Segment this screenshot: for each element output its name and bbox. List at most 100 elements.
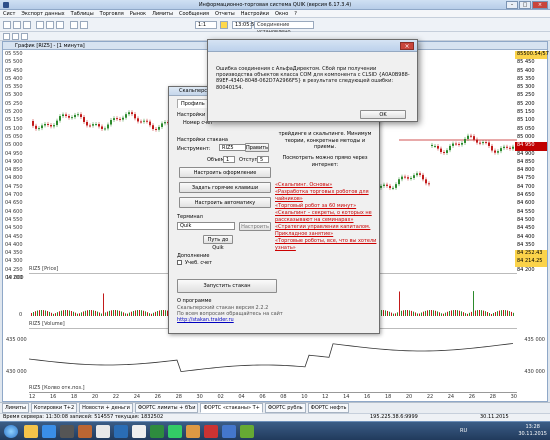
skype-icon[interactable] [222,425,236,438]
excel-icon[interactable] [240,425,254,438]
training-account-checkbox[interactable] [177,260,182,265]
app-icon[interactable] [96,425,110,438]
menu-item-6[interactable]: Сообщения [179,11,209,17]
clock[interactable]: 13:28 30.11.2015 [518,424,547,438]
error-close-button[interactable]: × [400,42,414,50]
candle-body [137,118,139,122]
menu-item-2[interactable]: Таблицы [71,11,94,17]
tab-5[interactable]: ФОРТС рубль [264,403,306,413]
print-icon[interactable] [70,21,78,29]
open-interest-line [28,343,514,373]
quik-icon[interactable] [186,425,200,438]
explorer-icon[interactable] [24,425,38,438]
tab-2[interactable]: Новости + деньги [79,403,133,413]
mail-icon[interactable] [78,425,92,438]
table-icon[interactable] [46,21,54,29]
automation-button[interactable]: Настроить автоматику [179,197,271,208]
language-indicator[interactable]: RU [460,428,467,434]
terminal-select[interactable]: Quik [177,222,235,230]
menu-item-4[interactable]: Рынок [130,11,146,17]
tab-6[interactable]: ФОРТС нефть [307,403,350,413]
crosshair-icon[interactable] [21,33,28,40]
terminal-icon[interactable] [150,425,164,438]
chat-icon[interactable] [168,425,182,438]
candle-body [158,126,160,130]
open-interest-pane[interactable] [28,328,517,390]
course-links: «Скальпинг. Основы» «Разработка торговых … [275,182,377,252]
about-label: О программе [177,298,212,304]
offset-input[interactable]: 5 [257,156,269,163]
volume-bar [45,310,46,316]
start-button-icon[interactable] [4,425,18,438]
candle-body [149,121,151,126]
course-link[interactable]: «Торговый робот за 60 минут» [275,203,356,209]
volume-input[interactable]: 1 [223,156,235,163]
zoom-in-icon[interactable] [3,33,10,40]
right-price-label: 84 400 [517,233,535,240]
close-button[interactable]: × [532,1,548,9]
order-icon[interactable] [56,21,64,29]
volume-bar [79,313,80,316]
menu-item-8[interactable]: Настройки [241,11,269,17]
volume-bar [41,310,42,316]
word-icon[interactable] [114,425,128,438]
volume-bar [141,310,142,316]
candle-body [419,173,421,175]
tab-4[interactable]: ФОРТС «стаканы» T+ [200,403,263,413]
menu-item-0[interactable]: Сист [3,11,15,17]
menu-item-1[interactable]: Экспорт данных [21,11,64,17]
open-icon[interactable] [13,21,21,29]
chart-icon[interactable] [36,21,44,29]
candle-body [479,142,481,144]
volume-bar [63,310,64,316]
app-title: Информационно-торговая система QUIK (вер… [198,2,352,8]
tab-0[interactable]: Лимиты [2,403,29,413]
course-link[interactable]: «Стратегии управления капиталом. Приклад… [275,224,370,237]
lock-icon[interactable] [220,21,228,29]
music-icon[interactable] [204,425,218,438]
tab-3[interactable]: ФОРТС лимиты + бЪи [134,403,199,413]
tab-profile[interactable]: Профиль [177,99,209,108]
maximize-button[interactable]: □ [519,1,531,9]
menu-item-10[interactable]: ? [294,11,297,17]
tab-1[interactable]: Котировки T+2 [30,403,78,413]
right-price-label: 84 600 [517,200,535,207]
volume-bar [473,291,474,316]
menu-item-9[interactable]: Окно [275,11,288,17]
oi-pane-label: RIZ5 [Колво отк.поз.] [29,385,85,391]
minimize-button[interactable]: – [506,1,518,9]
media-icon[interactable] [60,425,74,438]
save-icon[interactable] [23,21,31,29]
course-link[interactable]: «Торговые роботы, все, что вы хотели узн… [275,238,376,251]
menu-item-7[interactable]: Отчеты [215,11,235,17]
start-stakan-button[interactable]: Запустить стакан [177,279,277,293]
error-ok-button[interactable]: OK [360,110,406,119]
video-text: Посмотреть можно прямо через интернет: [282,155,368,168]
price-tick: 04 900 [5,158,23,165]
browser-icon[interactable] [42,425,56,438]
right-price-label: 85 100 [517,117,535,124]
menu-item-3[interactable]: Торговля [100,11,124,17]
course-link[interactable]: «Скальпинг – секреты, о которых не расск… [275,210,372,223]
candle-body [152,125,154,130]
new-icon[interactable] [3,21,11,29]
volume-bar [497,311,498,316]
candle-body [164,122,166,124]
candle-body [110,120,112,125]
course-link[interactable]: «Разработка торговых роботов для чайнико… [275,189,369,202]
volume-bar [383,310,384,316]
course-link[interactable]: «Скальпинг. Основы» [275,182,332,188]
filter-icon[interactable] [80,21,88,29]
candle-body [65,114,67,116]
hotkeys-button[interactable]: Задать горячие клавиши [179,182,271,193]
opera-icon[interactable] [132,425,146,438]
quik-path-button[interactable]: Путь до Quik [203,235,233,251]
scale-field[interactable]: 1:1 [195,21,217,29]
design-button[interactable]: Настроить оформление [179,167,271,178]
terminal-settings-button[interactable]: Настроить [239,222,271,231]
menu-item-5[interactable]: Лимиты [152,11,173,17]
about-site-link[interactable]: http://stakan.traider.ru [177,317,234,323]
candle-body [98,124,100,127]
edit-instrument-button[interactable]: Править [245,143,269,152]
zoom-out-icon[interactable] [12,33,19,40]
